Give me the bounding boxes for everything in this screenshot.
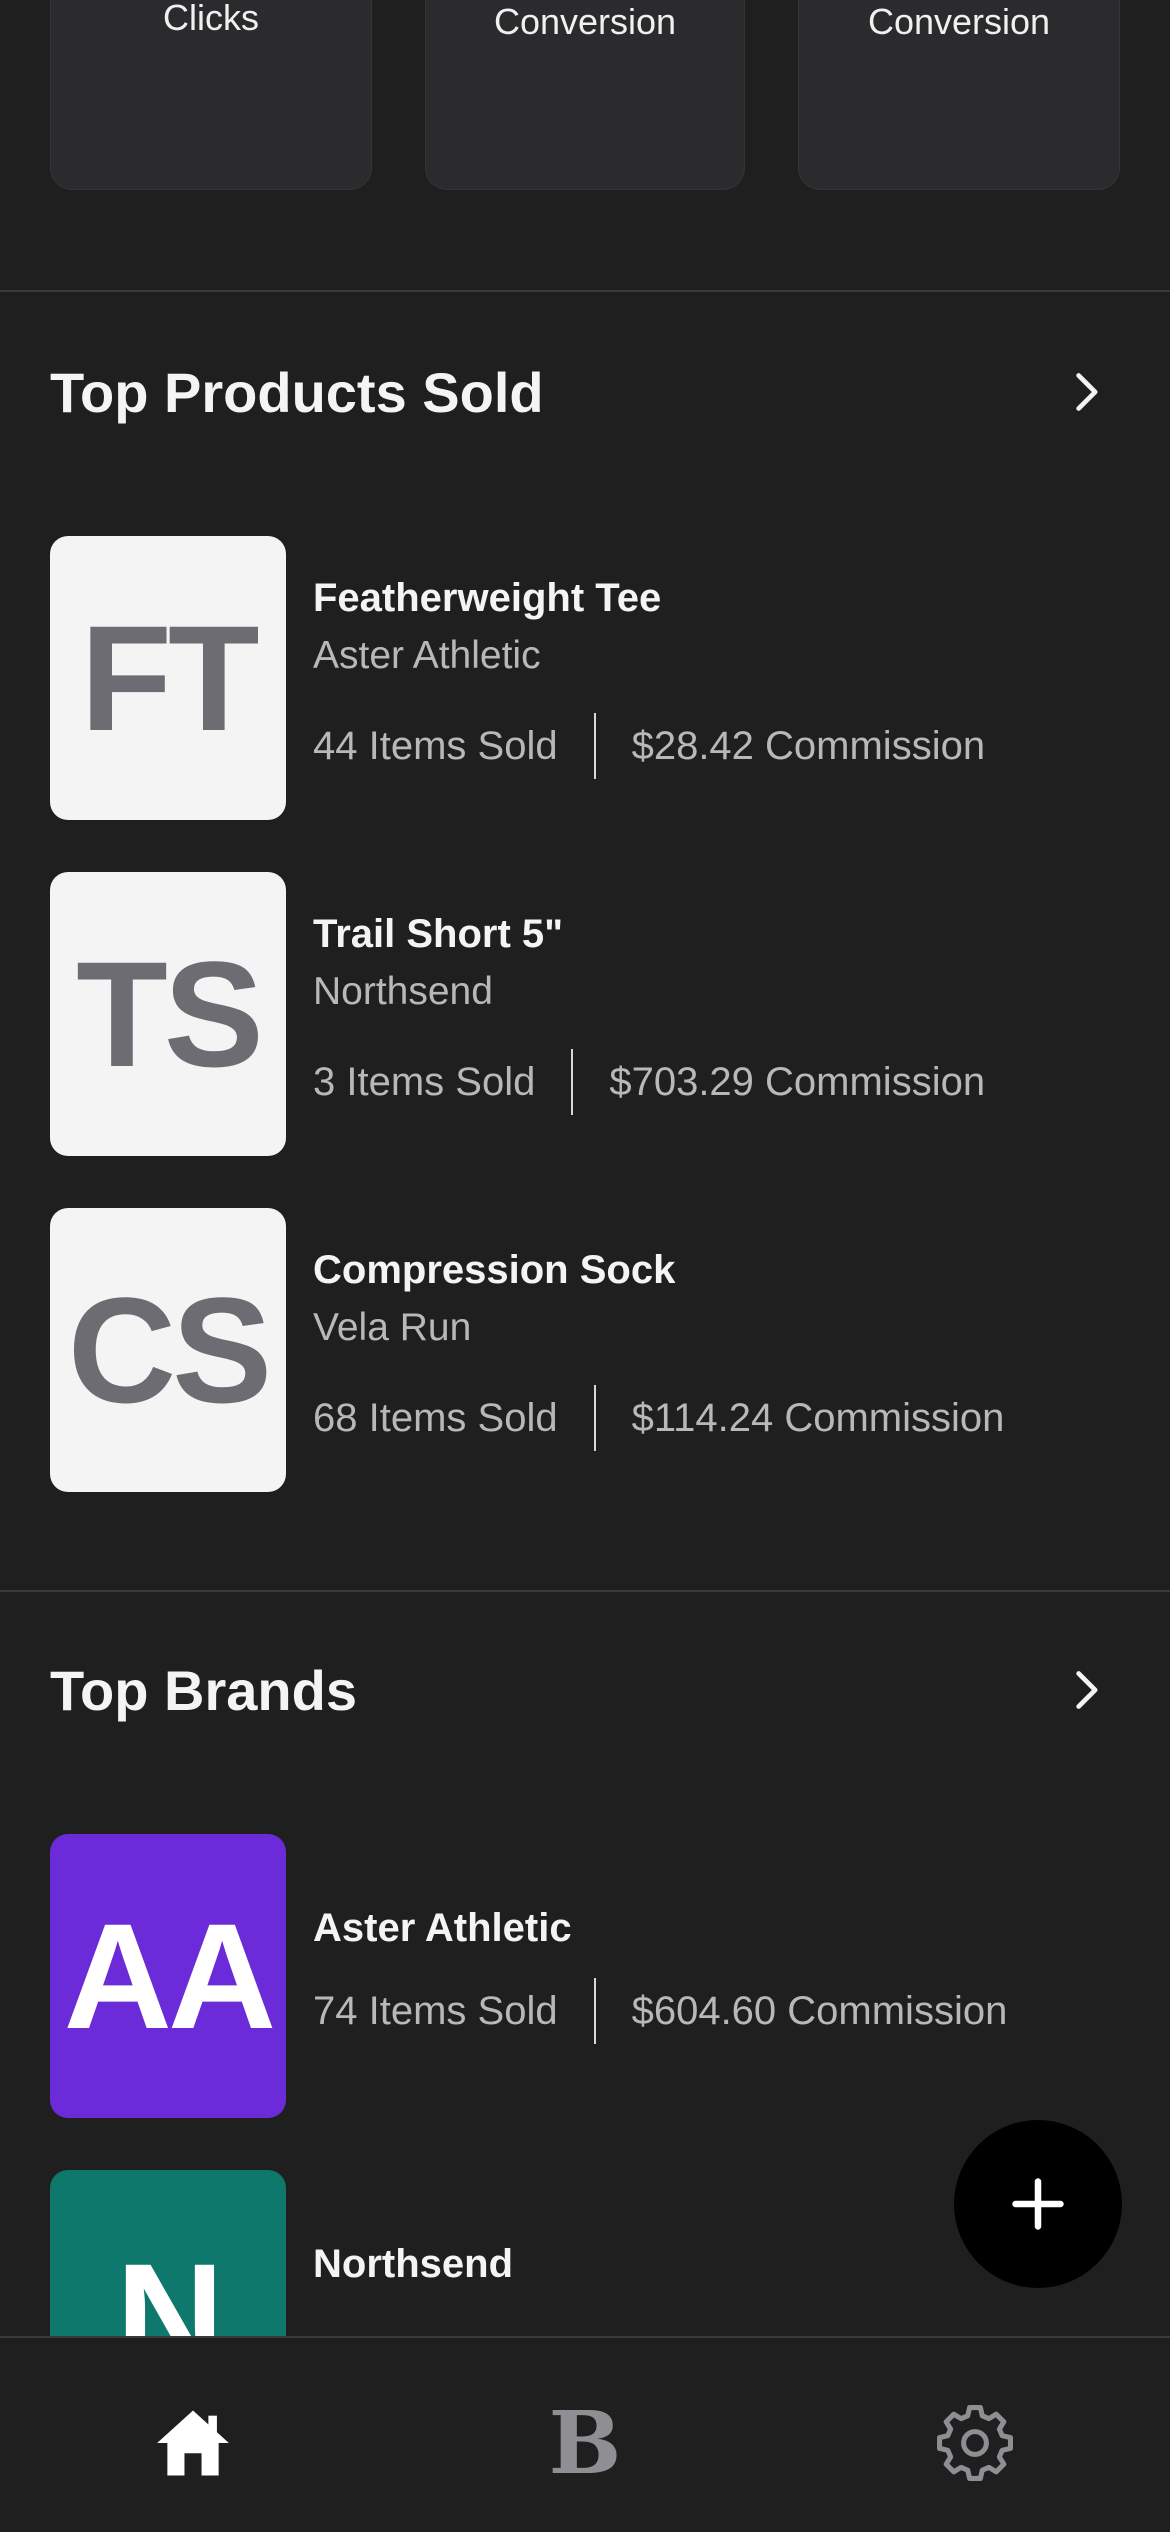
product-row[interactable]: FT Featherweight Tee Aster Athletic 44 I… (0, 536, 1170, 826)
product-brand: Vela Run (313, 1306, 472, 1349)
nav-home[interactable] (148, 2398, 238, 2488)
commission: $28.42 Commission (631, 723, 986, 768)
section-title: Top Brands (50, 1659, 357, 1722)
stats-divider (593, 713, 596, 779)
metrics-strip: Clicks Conversion Conversion (0, 0, 1170, 292)
commission: $604.60 Commission (631, 1988, 1008, 2033)
metric-card-conversion-2[interactable]: Conversion (798, 0, 1120, 190)
product-row[interactable]: CS Compression Sock Vela Run 68 Items So… (0, 1208, 1170, 1498)
commission: $114.24 Commission (631, 1395, 1005, 1440)
product-row[interactable]: TS Trail Short 5" Northsend 3 Items Sold… (0, 872, 1170, 1162)
gear-icon (937, 2405, 1013, 2481)
product-name: Compression Sock (313, 1248, 676, 1292)
metric-label: Conversion (867, 1, 1051, 42)
brand-thumbnail: N (50, 2170, 286, 2336)
chevron-right-icon[interactable] (1064, 1668, 1108, 1712)
metric-card-clicks[interactable]: Clicks (50, 0, 372, 190)
metric-label: Conversion (493, 1, 677, 42)
brand-thumbnail: AA (50, 1834, 286, 2118)
section-divider (0, 1590, 1170, 1592)
brand-b-icon: B (548, 2392, 622, 2494)
bottom-nav: B (0, 2336, 1170, 2532)
product-name: Featherweight Tee (313, 576, 662, 620)
brand-row[interactable]: AA Aster Athletic 74 Items Sold $604.60 … (0, 1834, 1170, 2124)
commission: $703.29 Commission (609, 1059, 986, 1104)
top-brands-header[interactable]: Top Brands (0, 1628, 1170, 1748)
top-products-header[interactable]: Top Products Sold (0, 330, 1170, 450)
product-thumbnail: FT (50, 536, 286, 820)
stats-divider (571, 1049, 574, 1115)
brand-stats: 74 Items Sold $604.60 Commission (313, 1978, 1007, 2044)
items-sold: 68 Items Sold (313, 1395, 558, 1440)
product-stats: 3 Items Sold $703.29 Commission (313, 1049, 985, 1115)
metric-card-conversion[interactable]: Conversion (425, 0, 745, 190)
brand-name: Northsend (313, 2242, 513, 2286)
metric-label: Clicks (163, 0, 259, 38)
dashboard-screen: Clicks Conversion Conversion Top Product… (0, 0, 1170, 2532)
product-thumbnail: TS (50, 872, 286, 1156)
product-brand: Aster Athletic (313, 634, 541, 677)
nav-brands[interactable]: B (540, 2393, 630, 2494)
product-stats: 44 Items Sold $28.42 Commission (313, 713, 985, 779)
stats-divider (593, 1385, 596, 1451)
product-stats: 68 Items Sold $114.24 Commission (313, 1385, 1004, 1451)
add-button[interactable] (954, 2120, 1122, 2288)
chevron-right-icon[interactable] (1064, 370, 1108, 414)
items-sold: 44 Items Sold (313, 723, 558, 768)
product-brand: Northsend (313, 970, 493, 1013)
product-name: Trail Short 5" (313, 912, 564, 956)
items-sold: 74 Items Sold (313, 1988, 558, 2033)
product-thumbnail: CS (50, 1208, 286, 1492)
stats-divider (593, 1978, 596, 2044)
plus-icon (1012, 2178, 1064, 2230)
items-sold: 3 Items Sold (313, 1059, 536, 1104)
nav-settings[interactable] (930, 2398, 1020, 2488)
section-title: Top Products Sold (50, 361, 544, 424)
brand-name: Aster Athletic (313, 1906, 572, 1950)
home-icon (157, 2410, 229, 2476)
